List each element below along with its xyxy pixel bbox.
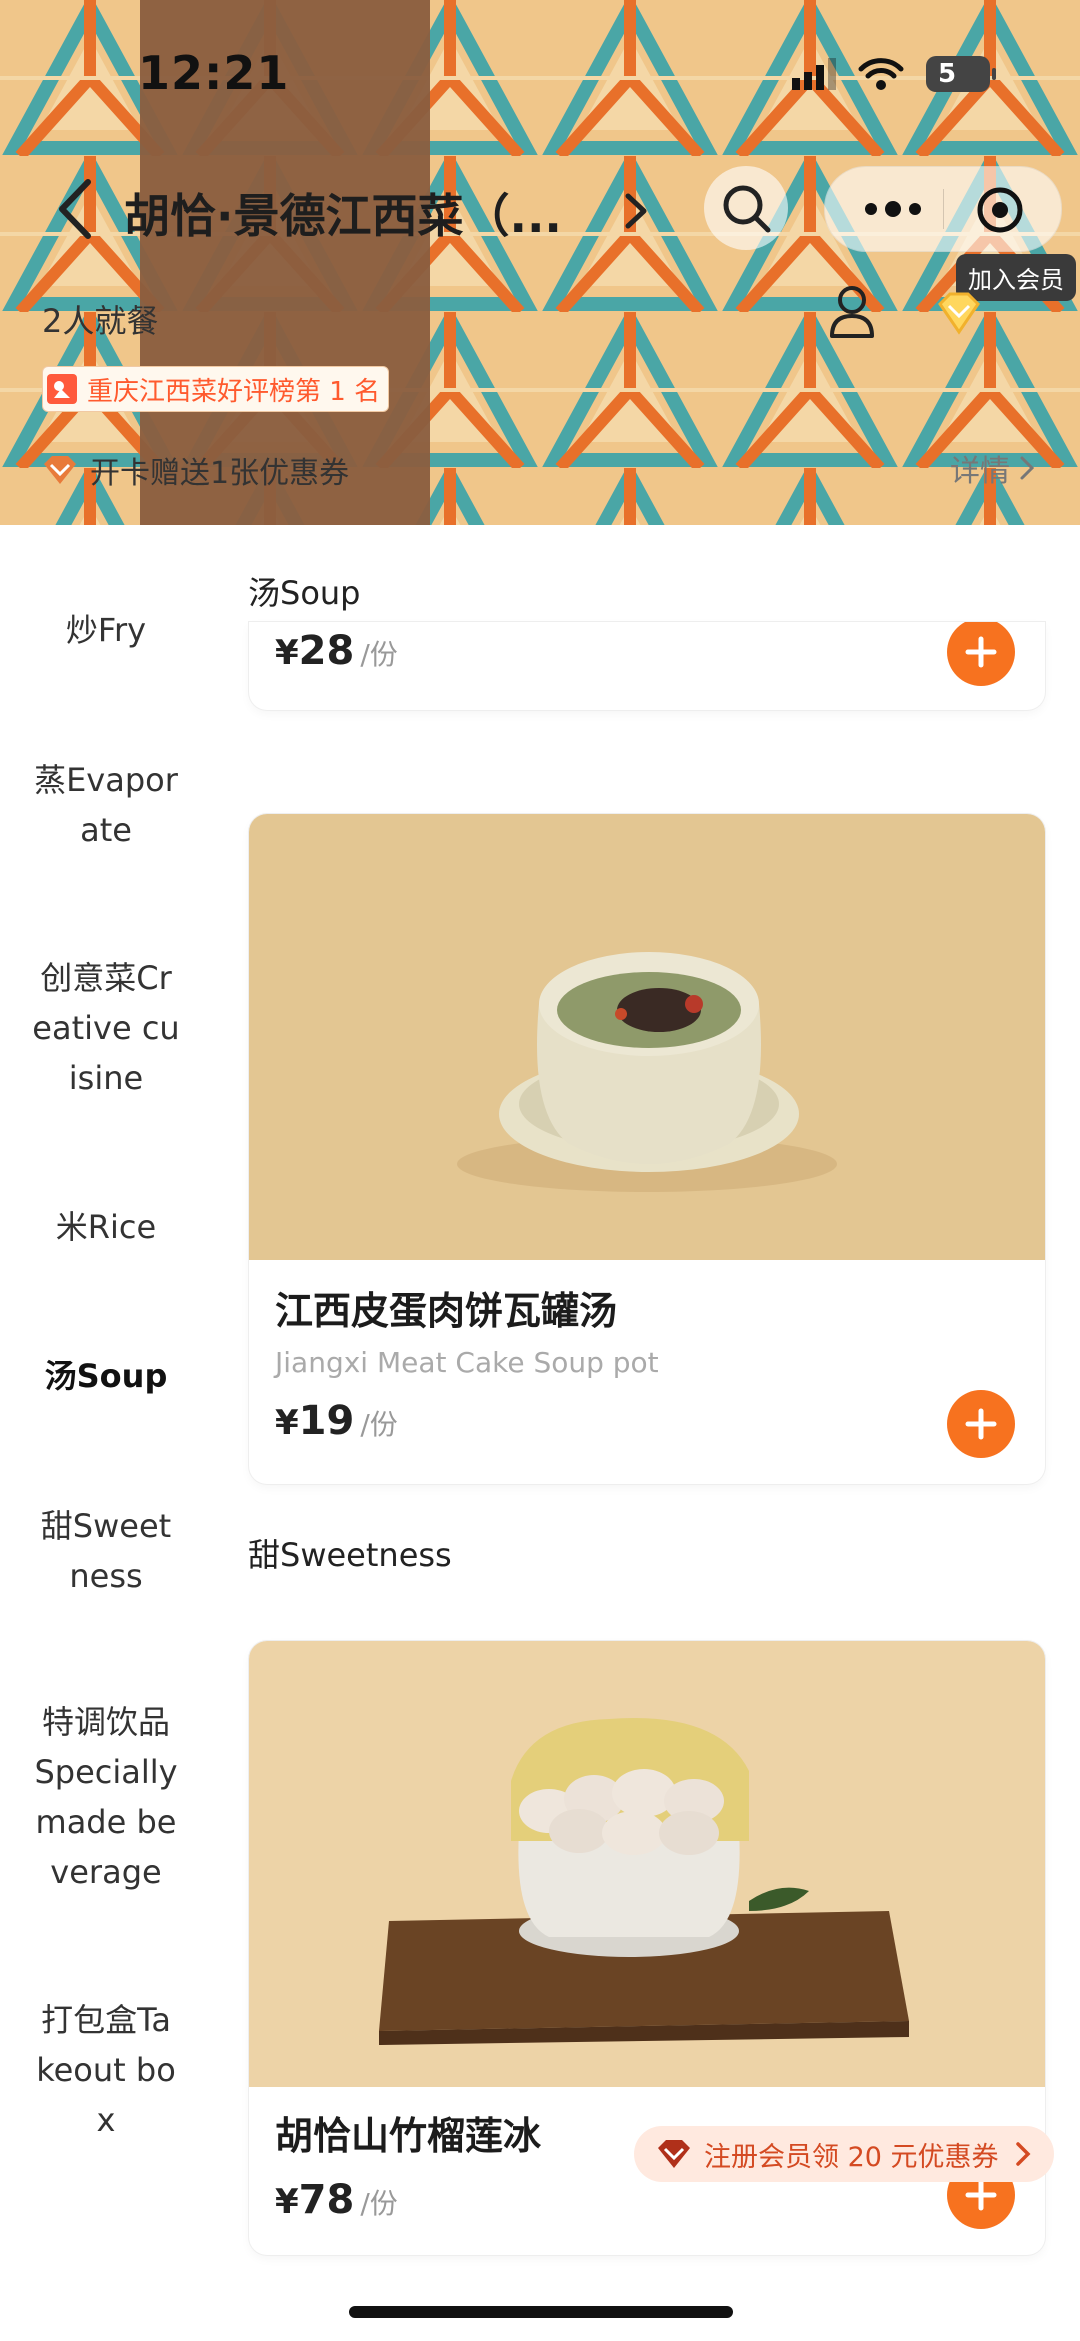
- dining-count[interactable]: 2人就餐: [42, 296, 158, 342]
- category-label: 创意菜Cr: [40, 959, 172, 997]
- more-icon[interactable]: [861, 191, 925, 227]
- card-promo[interactable]: 开卡赠送1张优惠券: [42, 448, 349, 492]
- category-sidebar: 炒Fry 蒸Evapor ate 创意菜Cr eative cu isine 米…: [0, 525, 212, 2341]
- chevron-right-icon: [1020, 456, 1035, 480]
- details-label: 详情: [950, 454, 1010, 489]
- battery-level: 5: [938, 59, 957, 89]
- category-sweetness[interactable]: 甜Sweet ness: [0, 1501, 212, 1601]
- category-rice[interactable]: 米Rice: [0, 1202, 212, 1252]
- price-value: 78: [298, 2177, 355, 2223]
- dish-card-partial[interactable]: ¥ 28 /份: [249, 622, 1045, 710]
- category-label: 蒸Evapor: [34, 761, 178, 799]
- category-beverage[interactable]: 特调饮品 Specially made be verage: [0, 1697, 212, 1897]
- category-steam[interactable]: 蒸Evapor ate: [0, 755, 212, 855]
- battery-icon: 5: [926, 56, 996, 92]
- dish-image[interactable]: [249, 814, 1045, 1260]
- category-label: keout bo: [36, 2051, 176, 2089]
- section-title-soup: 汤Soup: [248, 574, 361, 612]
- chevron-right-icon: [1015, 2142, 1031, 2166]
- shop-title[interactable]: 胡恰·景德江西菜（...: [124, 180, 562, 246]
- details-link[interactable]: 详情: [950, 446, 1036, 490]
- category-label: 打包盒Ta: [41, 2001, 171, 2039]
- price-value: 19: [298, 1398, 355, 1444]
- diamond-icon: [658, 2140, 690, 2168]
- category-label: made be: [35, 1803, 177, 1841]
- status-icons: 5: [792, 56, 996, 92]
- search-button[interactable]: [704, 166, 788, 250]
- category-label: verage: [50, 1853, 162, 1891]
- plus-icon: [965, 636, 997, 668]
- rank-badge-text: 重庆江西菜好评榜第 1 名: [87, 376, 381, 407]
- category-label: 甜Sweet: [40, 1507, 172, 1545]
- price-unit: /份: [360, 1408, 398, 1441]
- search-icon: [723, 185, 771, 233]
- wifi-icon: [858, 58, 904, 90]
- plus-icon: [965, 2179, 997, 2211]
- category-label: ness: [69, 1557, 143, 1595]
- price-currency: ¥: [275, 1403, 299, 1443]
- close-miniprogram-icon[interactable]: [975, 185, 1025, 235]
- rank-icon: [47, 374, 77, 404]
- category-label: isine: [68, 1059, 144, 1097]
- register-member-coupon-text: 注册会员领 20 元优惠券: [704, 2141, 999, 2173]
- category-label: eative cu: [32, 1009, 180, 1047]
- add-to-cart-button[interactable]: [947, 622, 1015, 686]
- card-promo-text: 开卡赠送1张优惠券: [90, 456, 350, 491]
- section-title-sweetness: 甜Sweetness: [248, 1536, 452, 1574]
- rank-badge[interactable]: 重庆江西菜好评榜第 1 名: [42, 366, 390, 412]
- person-icon[interactable]: [826, 282, 878, 340]
- dish-price: ¥ 28 /份: [275, 628, 398, 674]
- chevron-right-icon[interactable]: [616, 186, 656, 236]
- dish-price: ¥ 78 /份: [275, 2177, 398, 2223]
- vip-diamond-icon[interactable]: [936, 290, 982, 336]
- price-value: 28: [298, 628, 355, 674]
- price-unit: /份: [360, 638, 398, 671]
- diamond-icon: [44, 456, 76, 484]
- category-label: 炒Fry: [65, 611, 147, 649]
- capsule-divider: [943, 189, 944, 229]
- back-icon[interactable]: [50, 176, 104, 242]
- price-unit: /份: [360, 2187, 398, 2220]
- price-currency: ¥: [275, 633, 299, 673]
- status-time: 12:21: [138, 46, 290, 100]
- category-label: 汤Soup: [44, 1357, 168, 1395]
- dish-name: 胡恰山竹榴莲冰: [275, 2114, 542, 2158]
- shop-header-banner: 12:21 5 胡恰·景德江西菜（... 加入会员 2人就餐 重庆江西菜好评榜第…: [0, 0, 1080, 525]
- home-indicator[interactable]: [349, 2306, 733, 2318]
- add-to-cart-button[interactable]: [947, 1390, 1015, 1458]
- dish-image[interactable]: [249, 1641, 1045, 2087]
- category-fry[interactable]: 炒Fry: [0, 605, 212, 655]
- dish-price: ¥ 19 /份: [275, 1398, 398, 1444]
- category-label: 米Rice: [55, 1208, 157, 1246]
- category-takeout-box[interactable]: 打包盒Ta keout bo x: [0, 1995, 212, 2145]
- category-soup[interactable]: 汤Soup: [0, 1351, 212, 1401]
- category-label: x: [96, 2101, 116, 2139]
- miniprogram-capsule: [824, 166, 1062, 252]
- price-currency: ¥: [275, 2182, 299, 2222]
- register-member-coupon-button[interactable]: 注册会员领 20 元优惠券: [634, 2126, 1054, 2182]
- dish-english-name: Jiangxi Meat Cake Soup pot: [275, 1346, 659, 1379]
- category-label: Specially: [34, 1753, 178, 1791]
- dish-name: 江西皮蛋肉饼瓦罐汤: [275, 1289, 618, 1333]
- signal-icon: [792, 58, 836, 90]
- category-label: ate: [80, 811, 132, 849]
- plus-icon: [965, 1408, 997, 1440]
- category-label: 特调饮品: [41, 1703, 170, 1741]
- dish-card[interactable]: 江西皮蛋肉饼瓦罐汤 Jiangxi Meat Cake Soup pot ¥ 1…: [249, 814, 1045, 1484]
- category-creative[interactable]: 创意菜Cr eative cu isine: [0, 953, 212, 1103]
